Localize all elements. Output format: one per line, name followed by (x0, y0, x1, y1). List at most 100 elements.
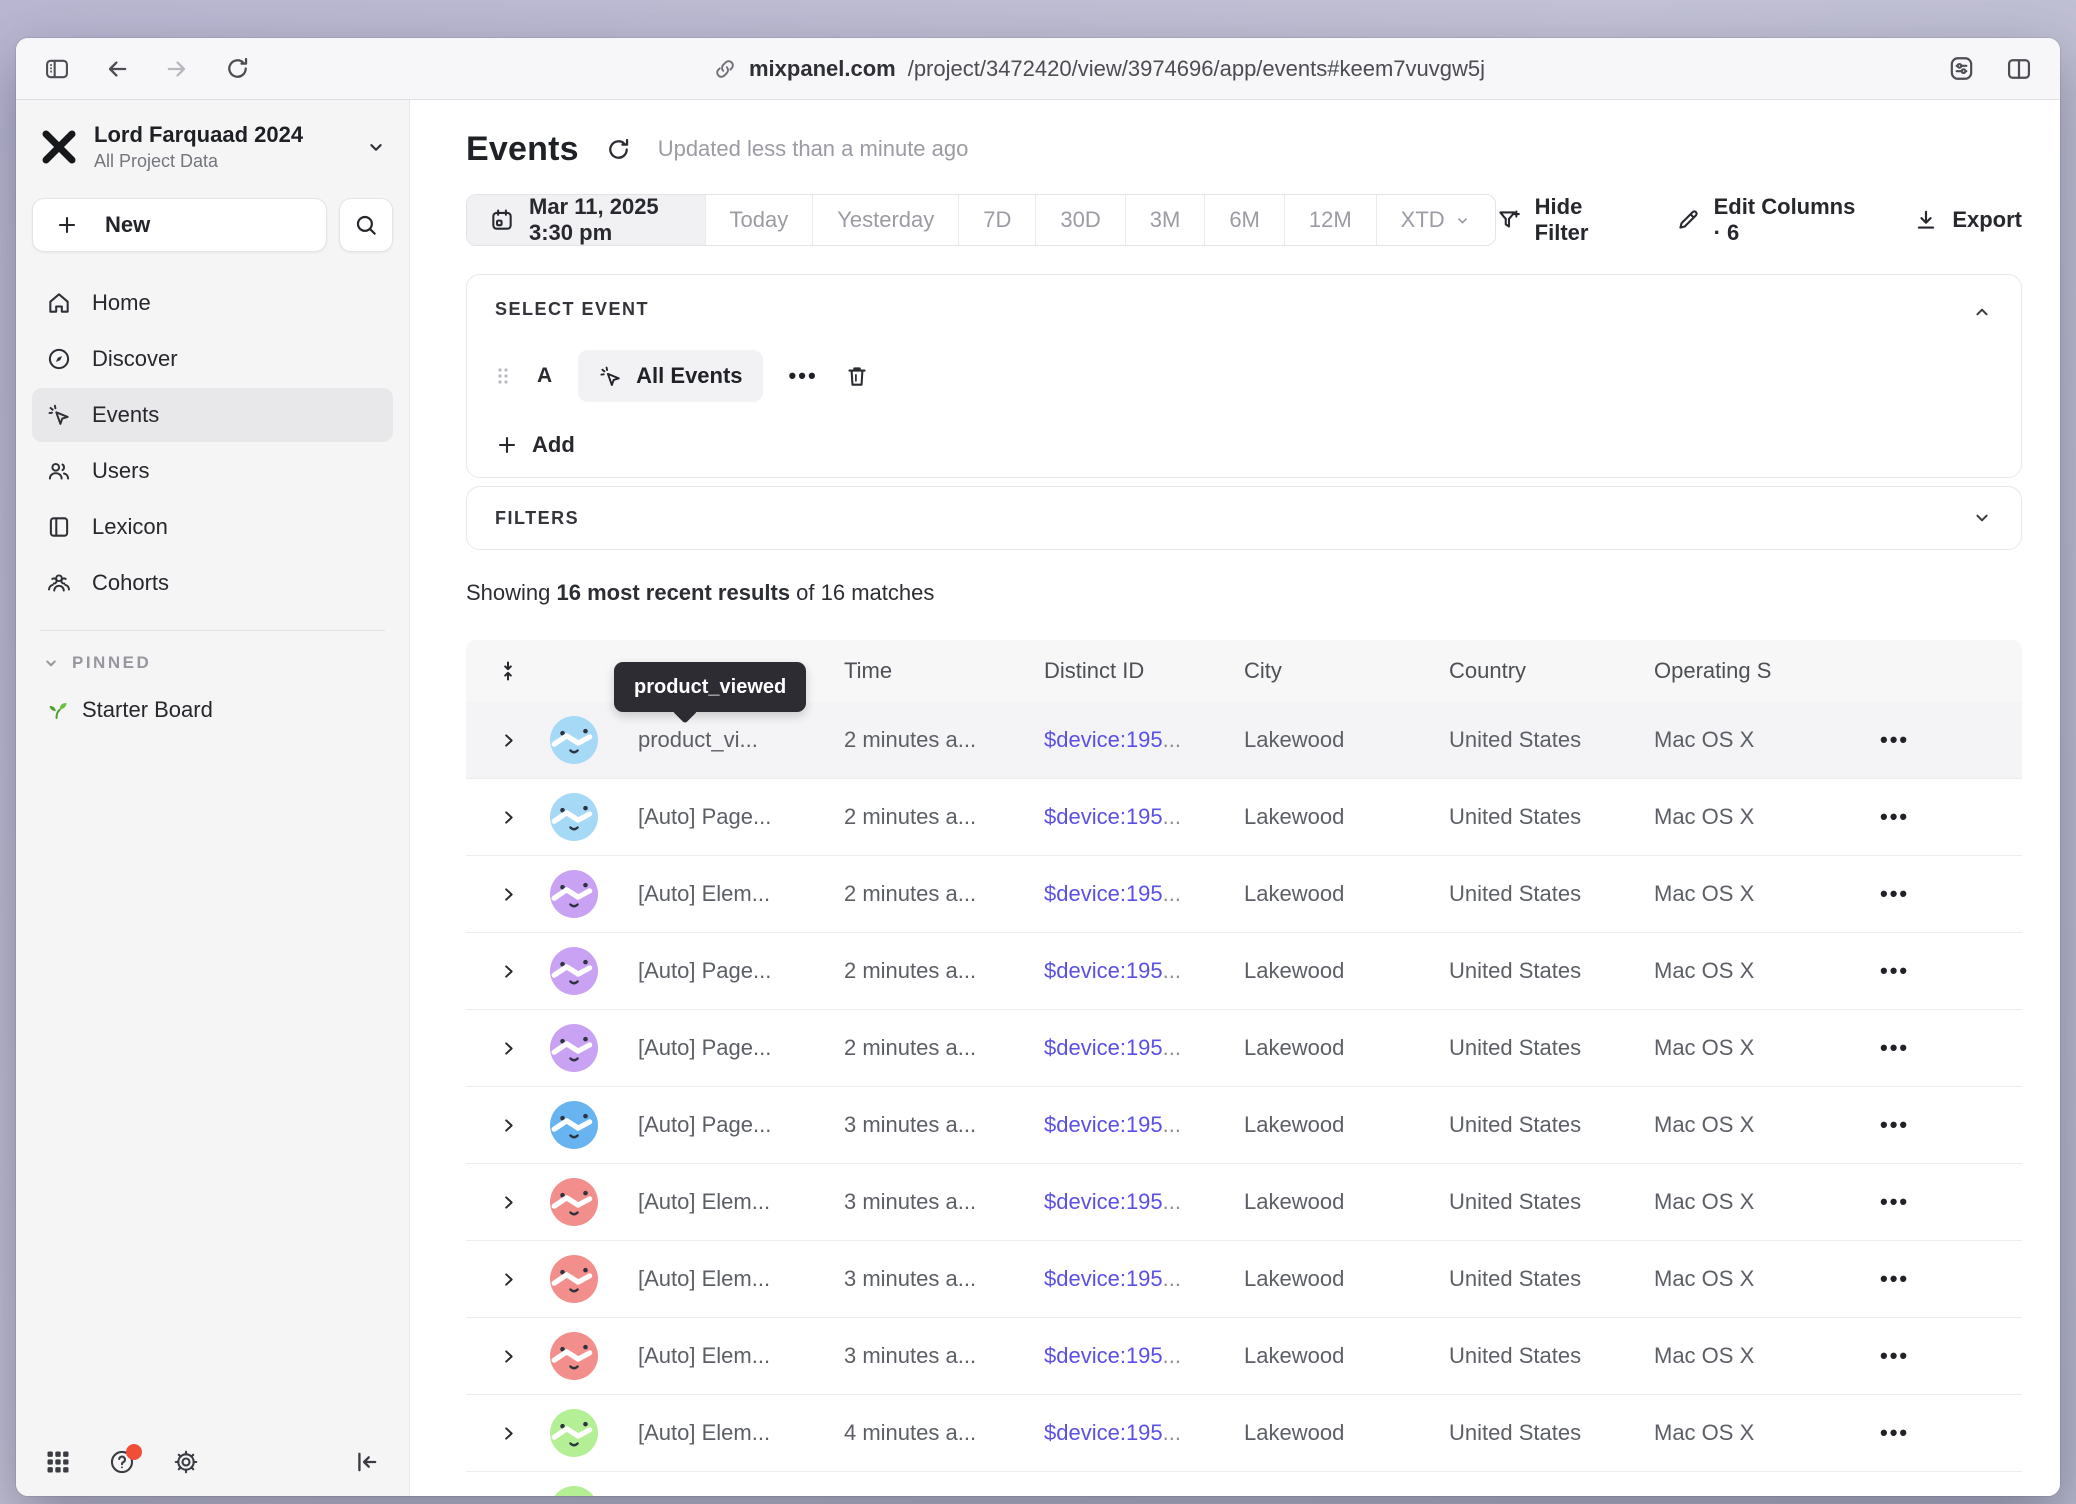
cell-distinct-id[interactable]: $device:195... (1020, 1189, 1220, 1215)
cell-distinct-id[interactable]: $device:195... (1020, 1035, 1220, 1061)
row-more-button[interactable]: ••• (1820, 1112, 2022, 1138)
all-events-chip[interactable]: All Events (578, 350, 762, 402)
trash-icon[interactable] (844, 363, 870, 389)
hide-filter-button[interactable]: Hide Filter (1496, 194, 1629, 246)
sidebar-item-users[interactable]: Users (32, 444, 393, 498)
range-3m[interactable]: 3M (1125, 195, 1205, 245)
column-header-distinct-id[interactable]: Distinct ID (1020, 658, 1220, 684)
row-expand-chevron[interactable] (466, 1116, 550, 1135)
cell-distinct-id[interactable]: $device:195... (1020, 1112, 1220, 1138)
row-more-button[interactable]: ••• (1820, 881, 2022, 907)
table-row[interactable]: [Auto] Page... 2 minutes a... $device:19… (466, 779, 2022, 856)
table-row[interactable]: [Auto] Elem... 2 minutes a... $device:19… (466, 856, 2022, 933)
table-row[interactable]: [Auto] Elem... 3 minutes a... $device:19… (466, 1241, 2022, 1318)
sidebar-item-events[interactable]: Events (32, 388, 393, 442)
cell-distinct-id[interactable]: $device:195... (1020, 804, 1220, 830)
cell-distinct-id[interactable]: $device:195... (1020, 727, 1220, 753)
cell-distinct-id[interactable]: $device:195... (1020, 1420, 1220, 1446)
sidebar-item-lexicon[interactable]: Lexicon (32, 500, 393, 554)
row-more-button[interactable]: ••• (1820, 1266, 2022, 1292)
search-button[interactable] (339, 198, 393, 252)
column-header-city[interactable]: City (1220, 658, 1425, 684)
table-row[interactable]: [Auto] Elem... 3 minutes a... $device:19… (466, 1164, 2022, 1241)
export-button[interactable]: Export (1913, 207, 2022, 233)
url-domain: mixpanel.com (749, 56, 896, 82)
range-today[interactable]: Today (705, 195, 813, 245)
forward-button-icon[interactable] (162, 54, 192, 84)
cell-event-name: [Auto] Elem... (614, 1420, 820, 1446)
refresh-icon[interactable] (605, 136, 632, 163)
row-expand-chevron[interactable] (466, 1270, 550, 1289)
row-more-button[interactable]: ••• (1820, 1189, 2022, 1215)
events-table: product_viewed Time Distinct ID City Cou… (466, 640, 2022, 1496)
cell-time: 2 minutes a... (820, 958, 1020, 984)
row-more-button[interactable]: ••• (1820, 1420, 2022, 1446)
cell-distinct-id[interactable]: $device:195... (1020, 958, 1220, 984)
table-row[interactable]: product_vi... 2 minutes a... $device:195… (466, 702, 2022, 779)
drag-handle-icon[interactable] (495, 364, 511, 388)
table-row[interactable]: [Auto] Elem... 3 minutes a... $device:19… (466, 1318, 2022, 1395)
row-expand-chevron[interactable] (466, 808, 550, 827)
edit-columns-button[interactable]: Edit Columns · 6 (1675, 194, 1868, 246)
cell-time: 3 minutes a... (820, 1343, 1020, 1369)
collapse-sidebar-icon[interactable] (353, 1448, 381, 1476)
range-yesterday[interactable]: Yesterday (812, 195, 958, 245)
range-12m[interactable]: 12M (1284, 195, 1376, 245)
table-row[interactable]: [Auto] Page... 2 minutes a... $device:19… (466, 933, 2022, 1010)
cell-country: United States (1425, 1343, 1630, 1369)
cell-country: United States (1425, 958, 1630, 984)
apps-grid-icon[interactable] (44, 1448, 72, 1476)
pinned-section-header[interactable]: PINNED (42, 653, 393, 673)
cell-distinct-id[interactable]: $device:195... (1020, 1343, 1220, 1369)
row-expand-chevron[interactable] (466, 962, 550, 981)
sidebar-toggle-icon[interactable] (42, 54, 72, 84)
cell-country: United States (1425, 1266, 1630, 1292)
row-expand-chevron[interactable] (466, 1039, 550, 1058)
reload-button-icon[interactable] (222, 54, 252, 84)
chevron-up-icon[interactable] (1971, 301, 1993, 323)
settings-gear-icon[interactable] (172, 1448, 200, 1476)
new-button[interactable]: New (32, 198, 327, 252)
row-expand-chevron[interactable] (466, 1347, 550, 1366)
table-row[interactable] (466, 1472, 2022, 1496)
back-button-icon[interactable] (102, 54, 132, 84)
row-more-button[interactable]: ••• (1820, 804, 2022, 830)
sidebar-item-cohorts[interactable]: Cohorts (32, 556, 393, 610)
event-avatar-icon (550, 947, 598, 995)
event-more-button[interactable]: ••• (789, 363, 818, 389)
project-switcher[interactable]: Lord Farquaad 2024 All Project Data (32, 122, 393, 172)
sidebar-item-starter-board[interactable]: Starter Board (32, 697, 393, 723)
help-icon[interactable] (108, 1448, 136, 1476)
column-header-country[interactable]: Country (1425, 658, 1630, 684)
column-header-time[interactable]: Time (820, 658, 1020, 684)
page-settings-icon[interactable] (1946, 54, 1976, 84)
split-view-icon[interactable] (2004, 54, 2034, 84)
range-6m[interactable]: 6M (1204, 195, 1284, 245)
table-row[interactable]: [Auto] Elem... 4 minutes a... $device:19… (466, 1395, 2022, 1472)
sidebar-item-discover[interactable]: Discover (32, 332, 393, 386)
cell-distinct-id[interactable]: $device:195... (1020, 881, 1220, 907)
cell-distinct-id[interactable]: $device:195... (1020, 1266, 1220, 1292)
row-more-button[interactable]: ••• (1820, 727, 2022, 753)
row-expand-chevron[interactable] (466, 1424, 550, 1443)
address-bar[interactable]: mixpanel.com/project/3472420/view/397469… (282, 56, 1916, 82)
range-xtd[interactable]: XTD (1376, 195, 1495, 245)
event-avatar-icon (550, 870, 598, 918)
row-expand-chevron[interactable] (466, 1193, 550, 1212)
row-expand-chevron[interactable] (466, 731, 550, 750)
chevron-down-icon[interactable] (1971, 507, 1993, 529)
row-expand-chevron[interactable] (466, 885, 550, 904)
range-30d[interactable]: 30D (1035, 195, 1124, 245)
table-row[interactable]: [Auto] Page... 3 minutes a... $device:19… (466, 1087, 2022, 1164)
column-header-os[interactable]: Operating S (1630, 658, 1820, 684)
row-more-button[interactable]: ••• (1820, 1035, 2022, 1061)
add-event-button[interactable]: Add (495, 432, 575, 458)
row-more-button[interactable]: ••• (1820, 958, 2022, 984)
range-7d[interactable]: 7D (958, 195, 1035, 245)
row-more-button[interactable]: ••• (1820, 1343, 2022, 1369)
table-row[interactable]: [Auto] Page... 2 minutes a... $device:19… (466, 1010, 2022, 1087)
sidebar-item-home[interactable]: Home (32, 276, 393, 330)
cell-country: United States (1425, 1112, 1630, 1138)
date-picker-button[interactable]: Mar 11, 2025 3:30 pm (467, 195, 705, 245)
collapse-rows-icon[interactable] (466, 659, 550, 683)
